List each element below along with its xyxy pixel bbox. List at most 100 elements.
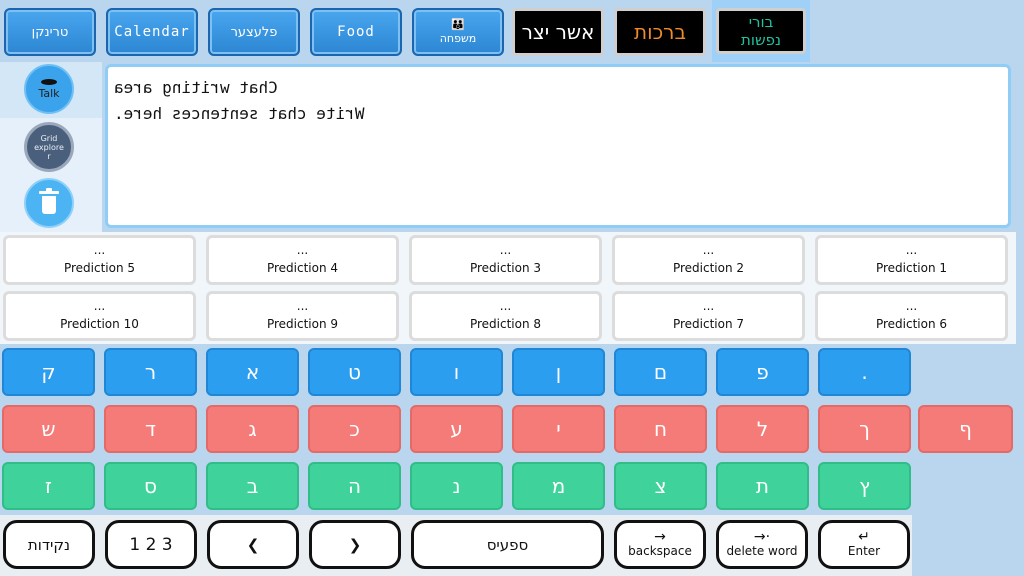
action-column: Talk Grid explore r bbox=[0, 62, 102, 232]
category-label: Calendar bbox=[114, 24, 190, 40]
prediction-label: Prediction 1 bbox=[875, 261, 948, 275]
numbers-label: 1 2 3 bbox=[129, 534, 173, 555]
key-kaf[interactable]: כ bbox=[308, 405, 401, 453]
prediction-dots: ... bbox=[499, 243, 512, 257]
prediction-dots: ... bbox=[499, 299, 512, 313]
key-lamed[interactable]: ל bbox=[716, 405, 809, 453]
prediction-label: Prediction 4 bbox=[266, 261, 339, 275]
key-tsadi[interactable]: צ bbox=[614, 462, 707, 510]
category-family[interactable]: 👪 משפחה bbox=[412, 8, 504, 56]
prediction-10[interactable]: ... Prediction 10 bbox=[3, 291, 196, 341]
key-final-pe[interactable]: ף bbox=[918, 405, 1013, 453]
delete-word-label: delete word bbox=[726, 543, 798, 558]
mouth-icon bbox=[41, 78, 57, 85]
category-label: פלעצער bbox=[230, 24, 278, 40]
category-food[interactable]: Food bbox=[310, 8, 402, 56]
enter-icon: ↵ bbox=[858, 528, 870, 545]
prediction-area: ... Prediction 5 ... Prediction 4 ... Predi… bbox=[0, 232, 1016, 344]
key-gimel[interactable]: ג bbox=[206, 405, 299, 453]
prediction-label: Prediction 9 bbox=[266, 317, 339, 331]
key-tet[interactable]: ט bbox=[308, 348, 401, 396]
grid-explorer-button[interactable]: Grid explore r bbox=[24, 122, 74, 172]
prediction-dots: ... bbox=[93, 299, 106, 313]
prediction-dots: ... bbox=[93, 243, 106, 257]
category-pletzer[interactable]: פלעצער bbox=[208, 8, 300, 56]
function-key-row: נקידות 1 2 3 ❮ ❯ ספעיס → backspace →· de… bbox=[0, 515, 912, 576]
category-trinken[interactable]: טרינקן bbox=[4, 8, 96, 56]
category-asher-yatzar[interactable]: אשר יצר bbox=[512, 8, 604, 56]
prediction-dots: ... bbox=[905, 243, 918, 257]
prediction-8[interactable]: ... Prediction 8 bbox=[409, 291, 602, 341]
key-final-kaf[interactable]: ך bbox=[818, 405, 911, 453]
backspace-button[interactable]: → backspace bbox=[614, 520, 706, 569]
key-final-nun[interactable]: ן bbox=[512, 348, 605, 396]
cursor-right-button[interactable]: ❯ bbox=[309, 520, 401, 569]
category-borei-nefashos[interactable]: בורי נפשות bbox=[712, 0, 810, 62]
prediction-4[interactable]: ... Prediction 4 bbox=[206, 235, 399, 285]
key-yod[interactable]: י bbox=[512, 405, 605, 453]
key-tav[interactable]: ת bbox=[716, 462, 809, 510]
key-dalet[interactable]: ד bbox=[104, 405, 197, 453]
key-he[interactable]: ה bbox=[308, 462, 401, 510]
delete-word-icon: →· bbox=[753, 528, 771, 545]
key-pe[interactable]: פ bbox=[716, 348, 809, 396]
prediction-label: Prediction 10 bbox=[60, 317, 139, 331]
key-nun[interactable]: נ bbox=[410, 462, 503, 510]
prediction-5[interactable]: ... Prediction 5 bbox=[3, 235, 196, 285]
prediction-label: Prediction 5 bbox=[63, 261, 136, 275]
nikud-label: נקידות bbox=[27, 535, 71, 554]
key-qof[interactable]: ק bbox=[2, 348, 95, 396]
category-label: טרינקן bbox=[31, 24, 69, 40]
key-vav[interactable]: ו bbox=[410, 348, 503, 396]
category-calendar[interactable]: Calendar bbox=[106, 8, 198, 56]
text-line-2: Write chat sentences here. bbox=[114, 104, 365, 123]
key-chet[interactable]: ח bbox=[614, 405, 707, 453]
category-label: Food bbox=[337, 24, 375, 40]
key-alef[interactable]: א bbox=[206, 348, 299, 396]
cursor-left-button[interactable]: ❮ bbox=[207, 520, 299, 569]
selected-category-tile: בורי נפשות bbox=[716, 8, 806, 54]
prediction-dots: ... bbox=[296, 243, 309, 257]
category-brachos[interactable]: ברכות bbox=[614, 8, 706, 56]
key-shin[interactable]: ש bbox=[2, 405, 95, 453]
talk-label: Talk bbox=[38, 86, 60, 100]
enter-button[interactable]: ↵ Enter bbox=[818, 520, 910, 569]
trash-icon bbox=[39, 188, 59, 214]
space-label: ספעיס bbox=[486, 535, 529, 554]
key-period[interactable]: . bbox=[818, 348, 911, 396]
prediction-label: Prediction 2 bbox=[672, 261, 745, 275]
chevron-left-icon: ❮ bbox=[246, 535, 260, 554]
category-label-line1: בורי bbox=[748, 13, 774, 31]
prediction-3[interactable]: ... Prediction 3 bbox=[409, 235, 602, 285]
key-mem[interactable]: מ bbox=[512, 462, 605, 510]
key-bet[interactable]: ב bbox=[206, 462, 299, 510]
prediction-7[interactable]: ... Prediction 7 bbox=[612, 291, 805, 341]
prediction-2[interactable]: ... Prediction 2 bbox=[612, 235, 805, 285]
grid-label-2: explore bbox=[34, 142, 64, 152]
clear-button[interactable] bbox=[24, 178, 74, 228]
key-zayin[interactable]: ז bbox=[2, 462, 95, 510]
key-final-tsadi[interactable]: ץ bbox=[818, 462, 911, 510]
key-samech[interactable]: ס bbox=[104, 462, 197, 510]
numbers-button[interactable]: 1 2 3 bbox=[105, 520, 197, 569]
delete-word-button[interactable]: →· delete word bbox=[716, 520, 808, 569]
category-label: ברכות bbox=[633, 20, 687, 44]
space-button[interactable]: ספעיס bbox=[411, 520, 604, 569]
chat-text-area[interactable]: Chat writing area Write chat sentences h… bbox=[105, 64, 1011, 228]
key-ayin[interactable]: ע bbox=[410, 405, 503, 453]
category-label: משפחה bbox=[439, 32, 477, 45]
prediction-label: Prediction 7 bbox=[672, 317, 745, 331]
grid-label-1: Grid bbox=[40, 133, 58, 143]
talk-button[interactable]: Talk bbox=[24, 64, 74, 114]
category-bar: טרינקן Calendar פלעצער Food 👪 משפחה אשר … bbox=[0, 0, 1024, 62]
prediction-9[interactable]: ... Prediction 9 bbox=[206, 291, 399, 341]
prediction-label: Prediction 6 bbox=[875, 317, 948, 331]
prediction-dots: ... bbox=[702, 299, 715, 313]
prediction-6[interactable]: ... Prediction 6 bbox=[815, 291, 1008, 341]
key-final-mem[interactable]: ם bbox=[614, 348, 707, 396]
chevron-right-icon: ❯ bbox=[348, 535, 362, 554]
text-line-1: Chat writing area bbox=[114, 78, 278, 97]
key-resh[interactable]: ר bbox=[104, 348, 197, 396]
prediction-1[interactable]: ... Prediction 1 bbox=[815, 235, 1008, 285]
nikud-button[interactable]: נקידות bbox=[3, 520, 95, 569]
